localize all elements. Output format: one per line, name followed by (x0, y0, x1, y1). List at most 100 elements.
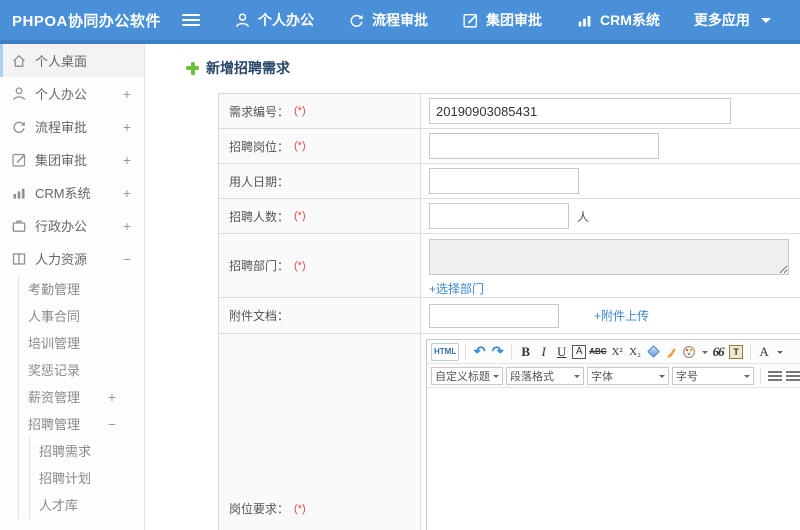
align-center-icon[interactable] (785, 367, 800, 385)
department-textarea[interactable] (429, 239, 789, 275)
field-label: 附件文档： (219, 298, 421, 333)
align-left-icon[interactable] (767, 367, 782, 385)
sidebar-item-label: 薪资管理 (28, 390, 81, 405)
person-icon (11, 86, 27, 102)
eraser-icon[interactable] (646, 343, 661, 361)
nav-item-label: 集团审批 (486, 12, 542, 28)
underline-button[interactable]: U (554, 343, 569, 361)
color-palette-icon[interactable] (682, 343, 697, 361)
sidebar-item-recruitment-demand[interactable]: 招聘需求 (30, 437, 144, 464)
recruitment-demand-form: 需求编号： (*) 招聘岗位： (*) 用人日期： (218, 93, 800, 530)
edit-icon (462, 12, 479, 29)
format-brush-icon[interactable] (664, 343, 679, 361)
select-department-link[interactable]: +选择部门 (429, 280, 484, 297)
bar-chart-icon (576, 12, 593, 29)
required-mark: (*) (294, 210, 306, 222)
font-family-button[interactable]: A (757, 343, 772, 361)
blockquote-button[interactable]: 66 (711, 343, 726, 361)
process-icon (11, 119, 27, 135)
sidebar-item-talent-pool[interactable]: 人才库 (30, 491, 144, 518)
navbar-menu: 个人办公 流程审批 集团审批 CRM系统 更多应用 (234, 10, 771, 30)
superscript-button[interactable]: X² (610, 343, 625, 361)
collapse-minus-icon[interactable]: − (123, 251, 131, 267)
expand-plus-icon[interactable]: + (108, 389, 116, 405)
headcount-input[interactable] (429, 203, 569, 229)
required-mark: (*) (294, 502, 306, 515)
italic-button[interactable]: I (536, 343, 551, 361)
field-label: 招聘岗位： (*) (219, 129, 421, 163)
home-icon (11, 53, 27, 69)
hire-date-input[interactable] (429, 168, 579, 194)
caret-down-icon (659, 374, 665, 381)
sidebar-item-process-approval[interactable]: 流程审批 + (0, 110, 144, 143)
sidebar-item-training[interactable]: 培训管理 (19, 329, 144, 356)
sidebar-item-personal-office[interactable]: 个人办公 + (0, 77, 144, 110)
attachment-upload-link[interactable]: +附件上传 (594, 307, 649, 324)
field-label: 招聘人数： (*) (219, 199, 421, 233)
caret-down-icon (760, 17, 771, 28)
sidebar-item-group-approval[interactable]: 集团审批 + (0, 143, 144, 176)
caret-down-icon[interactable] (701, 350, 708, 357)
demand-number-input[interactable] (429, 98, 731, 124)
sidebar-item-salary[interactable]: 薪资管理 + (19, 383, 144, 410)
undo-icon[interactable]: ↶ (472, 343, 487, 361)
nav-item-label: 个人办公 (258, 12, 314, 28)
expand-plus-icon[interactable]: + (123, 218, 131, 234)
caret-down-icon (574, 374, 580, 381)
sidebar-item-label: 个人桌面 (35, 54, 88, 69)
attachment-input[interactable] (429, 303, 559, 328)
sidebar-item-crm-system[interactable]: CRM系统 + (0, 176, 144, 209)
expand-plus-icon[interactable]: + (123, 152, 131, 168)
editor-toolbar-row1: HTML ↶ ↷ B I U A ABC X² X₂ 66 T A (427, 340, 800, 364)
expand-plus-icon[interactable]: + (123, 185, 131, 201)
sidebar-item-hr-contract[interactable]: 人事合同 (19, 302, 144, 329)
html-source-button[interactable]: HTML (431, 342, 460, 361)
redo-icon[interactable]: ↷ (490, 343, 505, 361)
app-window: PHPOA协同办公软件 个人办公 流程审批 集团审批 CRM系统 更多应用 个人… (0, 0, 800, 530)
sidebar-item-label: CRM系统 (35, 186, 91, 201)
nav-item-more-apps[interactable]: 更多应用 (694, 10, 771, 30)
nav-item-group-approval[interactable]: 集团审批 (462, 10, 542, 30)
bar-chart-icon (11, 185, 27, 201)
nav-item-crm-system[interactable]: CRM系统 (576, 10, 660, 30)
font-color-button[interactable]: A (572, 344, 587, 359)
form-row-demand-number: 需求编号： (*) (219, 94, 800, 129)
page-title-row: 新增招聘需求 (186, 58, 800, 78)
paragraph-format-select[interactable]: 段落格式 (506, 366, 584, 385)
sidebar-item-attendance[interactable]: 考勤管理 (19, 275, 144, 302)
strikethrough-button[interactable]: ABC (589, 343, 606, 361)
required-mark: (*) (294, 259, 306, 272)
form-row-headcount: 招聘人数： (*) 人 (219, 199, 800, 234)
sidebar-item-human-resources[interactable]: 人力资源 − (0, 242, 144, 275)
sidebar-item-label: 考勤管理 (28, 282, 81, 297)
paste-icon[interactable]: T (729, 343, 744, 361)
custom-heading-select[interactable]: 自定义标题 (431, 366, 503, 385)
sidebar-item-label: 招聘计划 (39, 471, 92, 486)
sidebar-item-rewards[interactable]: 奖惩记录 (19, 356, 144, 383)
caret-down-icon[interactable] (776, 350, 783, 357)
font-select[interactable]: 字体 (587, 366, 669, 385)
caret-down-icon (493, 374, 499, 381)
job-position-input[interactable] (429, 133, 659, 159)
sidebar-item-label: 人力资源 (35, 252, 88, 267)
sidebar-item-personal-desktop[interactable]: 个人桌面 (0, 44, 144, 77)
hamburger-menu-icon[interactable] (182, 11, 200, 29)
field-label: 招聘部门： (*) (219, 234, 421, 297)
green-plus-icon (186, 61, 199, 75)
sidebar-item-recruitment-plan[interactable]: 招聘计划 (30, 464, 144, 491)
field-label: 用人日期： (219, 164, 421, 198)
nav-item-process-approval[interactable]: 流程审批 (348, 10, 428, 30)
nav-item-personal-office[interactable]: 个人办公 (234, 10, 314, 30)
font-size-select[interactable]: 字号 (672, 366, 754, 385)
bold-button[interactable]: B (518, 343, 533, 361)
collapse-minus-icon[interactable]: − (108, 416, 116, 432)
sidebar-item-label: 个人办公 (35, 87, 88, 102)
expand-plus-icon[interactable]: + (123, 86, 131, 102)
field-label: 需求编号： (*) (219, 94, 421, 128)
sidebar-item-recruitment[interactable]: 招聘管理 − (19, 410, 144, 437)
expand-plus-icon[interactable]: + (123, 119, 131, 135)
subscript-button[interactable]: X₂ (628, 343, 643, 361)
nav-item-label: CRM系统 (600, 12, 660, 28)
sidebar-item-admin-office[interactable]: 行政办公 + (0, 209, 144, 242)
editor-content-area[interactable] (427, 388, 800, 530)
